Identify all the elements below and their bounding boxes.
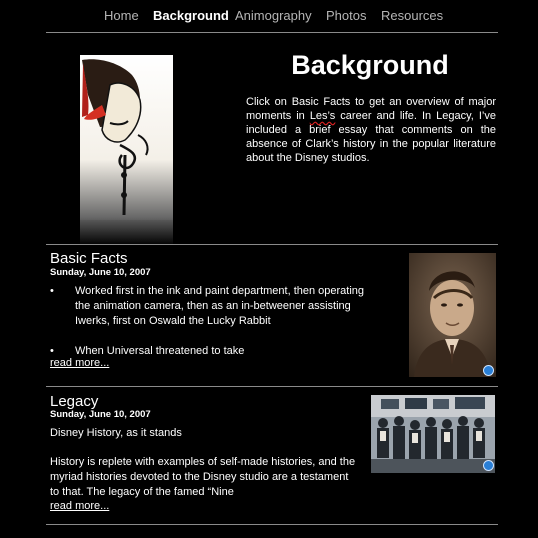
post-date: Sunday, June 10, 2007 [50,409,151,420]
intro-paragraph: Click on Basic Facts to get an overview … [246,95,496,165]
post-title-basic-facts[interactable]: Basic Facts [50,250,128,267]
nav-home[interactable]: Home [104,8,139,23]
hero-divider [46,244,498,245]
expand-icon[interactable] [483,460,494,471]
nav-background[interactable]: Background [153,8,229,23]
post-title-legacy[interactable]: Legacy [50,393,98,410]
expand-icon[interactable] [483,365,494,376]
nav-animography[interactable]: Animography [235,8,312,23]
post-subtitle: Disney History, as it stands [50,427,182,439]
post-excerpt: History is replete with examples of self… [50,456,356,498]
list-item: • Worked first in the ink and paint depa… [50,284,380,329]
page-title: Background [291,50,449,80]
caricature-image [80,55,173,245]
group-photo[interactable] [371,395,495,473]
post-divider [46,386,498,387]
post-date: Sunday, June 10, 2007 [50,267,151,278]
list-item-text: When Universal threatened to take [75,345,245,357]
top-nav: Home Background Animography Photos Resou… [0,8,538,26]
nav-divider [46,32,498,33]
read-more-link[interactable]: read more... [50,357,109,369]
post-divider [46,524,498,525]
portrait-photo[interactable] [409,253,496,377]
intro-text-name: Les’s [309,110,336,122]
bullet-icon: • [50,285,54,297]
nav-photos[interactable]: Photos [326,8,366,23]
nav-resources[interactable]: Resources [381,8,443,23]
post-excerpt: • Worked first in the ink and paint depa… [50,284,380,359]
list-item-text: Worked first in the ink and paint depart… [75,285,365,327]
read-more-link[interactable]: read more... [50,500,109,512]
